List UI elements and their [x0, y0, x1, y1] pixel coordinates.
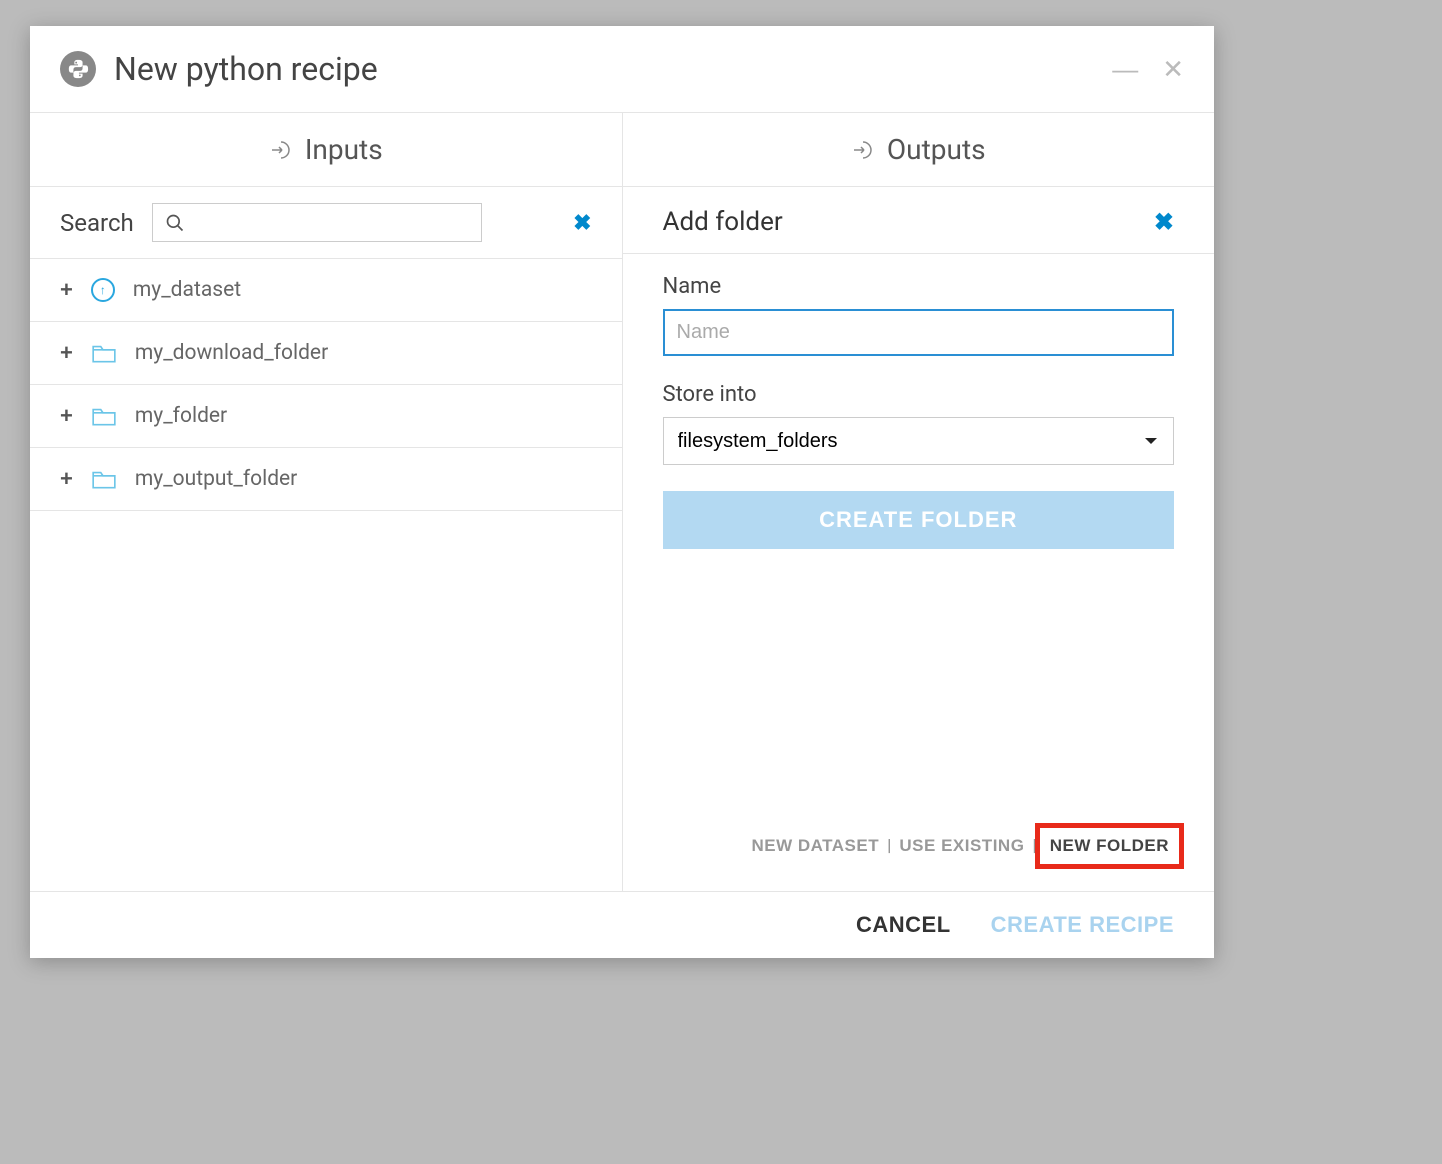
input-item-row[interactable]: + ↑ my_dataset [30, 259, 622, 322]
input-item-label: my_output_folder [135, 467, 297, 491]
modal-footer: CANCEL CREATE RECIPE [30, 891, 1214, 958]
dataset-icon: ↑ [91, 278, 115, 302]
input-item-label: my_download_folder [135, 341, 328, 365]
search-icon [165, 213, 185, 233]
search-label: Search [60, 209, 134, 237]
arrow-into-icon [851, 138, 875, 162]
folder-icon [91, 468, 117, 490]
add-input-button[interactable]: + [60, 403, 73, 429]
add-input-button[interactable]: + [60, 277, 73, 303]
inputs-header-label: Inputs [305, 133, 383, 166]
store-label: Store into [663, 382, 1175, 407]
add-folder-title: Add folder [663, 207, 783, 237]
input-item-label: my_folder [135, 404, 227, 428]
outputs-header: Outputs [623, 113, 1215, 187]
inputs-header: Inputs [30, 113, 622, 187]
input-item-row[interactable]: + my_output_folder [30, 448, 622, 511]
store-into-select[interactable]: filesystem_folders [663, 417, 1175, 465]
outputs-column: Outputs Add folder ✖ Name Store into fil… [623, 113, 1215, 891]
modal-title: New python recipe [114, 50, 1094, 88]
minimize-button[interactable]: — [1112, 56, 1138, 82]
modal-header: New python recipe — ✕ [30, 26, 1214, 112]
output-type-links: NEW DATASET | USE EXISTING | NEW FOLDER [663, 831, 1175, 871]
cancel-button[interactable]: CANCEL [856, 912, 951, 938]
python-icon [60, 51, 96, 87]
arrow-into-icon [269, 138, 293, 162]
new-recipe-modal: New python recipe — ✕ Inputs Search ✖ + [30, 26, 1214, 958]
input-item-label: my_dataset [133, 278, 241, 302]
highlight-annotation: NEW FOLDER [1035, 823, 1184, 869]
search-row: Search ✖ [30, 187, 622, 259]
close-add-folder-button[interactable]: ✖ [1154, 208, 1174, 237]
store-select-wrapper: filesystem_folders [663, 417, 1175, 465]
inputs-column: Inputs Search ✖ + ↑ my_dataset + my_down… [30, 113, 623, 891]
add-folder-header: Add folder ✖ [663, 207, 1175, 237]
search-clear-button[interactable]: ✖ [573, 210, 591, 236]
use-existing-link[interactable]: USE EXISTING [899, 836, 1024, 856]
input-item-row[interactable]: + my_download_folder [30, 322, 622, 385]
add-input-button[interactable]: + [60, 340, 73, 366]
search-input[interactable] [195, 212, 469, 233]
new-folder-link[interactable]: NEW FOLDER [1050, 836, 1169, 856]
folder-icon [91, 342, 117, 364]
outputs-body: Add folder ✖ Name Store into filesystem_… [623, 187, 1215, 891]
outputs-header-label: Outputs [887, 133, 986, 166]
name-label: Name [663, 274, 1175, 299]
folder-name-input[interactable] [663, 309, 1175, 356]
new-dataset-link[interactable]: NEW DATASET [751, 836, 879, 856]
add-input-button[interactable]: + [60, 466, 73, 492]
divider [623, 253, 1215, 254]
columns: Inputs Search ✖ + ↑ my_dataset + my_down… [30, 113, 1214, 891]
close-button[interactable]: ✕ [1162, 56, 1184, 82]
input-item-row[interactable]: + my_folder [30, 385, 622, 448]
header-controls: — ✕ [1112, 56, 1184, 82]
create-folder-button[interactable]: CREATE FOLDER [663, 491, 1175, 549]
search-input-wrapper[interactable] [152, 203, 482, 242]
separator: | [887, 836, 891, 856]
create-recipe-button[interactable]: CREATE RECIPE [991, 912, 1174, 938]
folder-icon [91, 405, 117, 427]
